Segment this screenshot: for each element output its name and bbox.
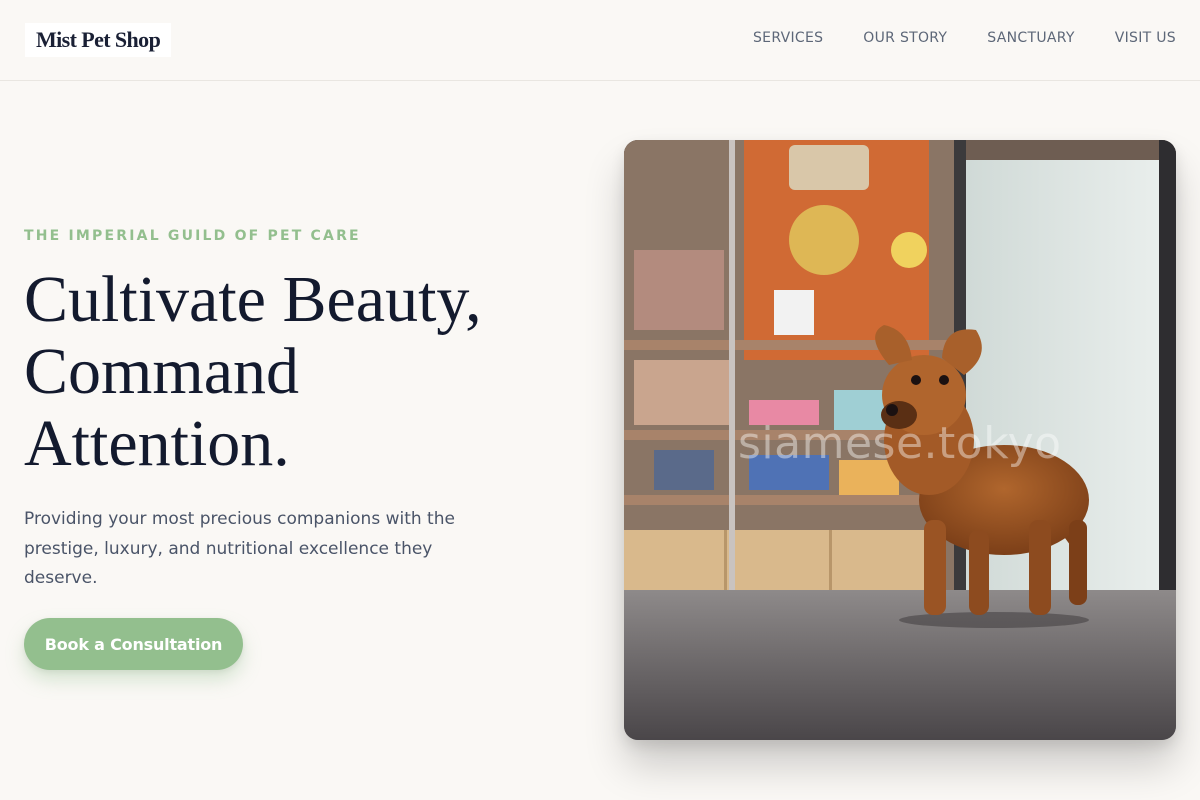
main-nav: SERVICES OUR STORY SANCTUARY VISIT US [753, 29, 1176, 47]
hero-photo: siamese.tokyo [624, 140, 1176, 740]
hero-eyebrow: THE IMPERIAL GUILD OF PET CARE [24, 228, 361, 244]
hero-headline: Cultivate Beauty, Command Attention. [24, 264, 584, 480]
nav-link-services[interactable]: SERVICES [753, 29, 823, 47]
headline-line-3: Attention. [24, 407, 290, 480]
brand-logo[interactable]: Mist Pet Shop [25, 23, 172, 57]
headline-line-2: Command [24, 335, 299, 408]
site-header: Mist Pet Shop SERVICES OUR STORY SANCTUA… [0, 0, 1200, 81]
nav-link-visit-us[interactable]: VISIT US [1115, 29, 1176, 47]
image-watermark: siamese.tokyo [738, 418, 1062, 469]
nav-link-sanctuary[interactable]: SANCTUARY [987, 29, 1074, 47]
book-consultation-button[interactable]: Book a Consultation [24, 618, 243, 670]
nav-link-our-story[interactable]: OUR STORY [863, 29, 947, 47]
headline-line-1: Cultivate Beauty, [24, 263, 482, 336]
hero-subtext: Providing your most precious companions … [24, 509, 455, 588]
